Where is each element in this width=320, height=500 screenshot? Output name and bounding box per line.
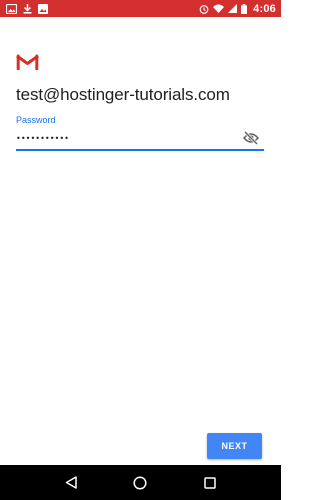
- gmail-logo-icon: [16, 53, 39, 71]
- navigation-bar: [0, 465, 281, 500]
- status-bar: 4:06: [0, 0, 281, 17]
- status-bar-notifications: [6, 3, 48, 14]
- home-icon[interactable]: [125, 468, 155, 498]
- account-email: test@hostinger-tutorials.com: [16, 85, 230, 104]
- visibility-off-icon[interactable]: [242, 129, 260, 147]
- recents-icon[interactable]: [195, 468, 225, 498]
- next-button[interactable]: NEXT: [207, 433, 262, 459]
- password-label: Password: [16, 115, 56, 125]
- back-icon[interactable]: [56, 468, 86, 498]
- gallery-icon: [6, 3, 17, 14]
- status-bar-system: 4:06: [199, 3, 276, 15]
- status-bar-clock: 4:06: [253, 2, 276, 15]
- download-icon: [23, 3, 32, 14]
- password-input[interactable]: [16, 131, 216, 145]
- wifi-icon: [213, 4, 225, 13]
- signal-icon: [228, 4, 238, 13]
- battery-icon: [241, 3, 248, 14]
- password-field-container: [16, 125, 264, 151]
- sign-in-screen: test@hostinger-tutorials.com Password NE…: [0, 17, 281, 465]
- image-icon: [38, 3, 48, 14]
- alarm-icon: [199, 4, 209, 14]
